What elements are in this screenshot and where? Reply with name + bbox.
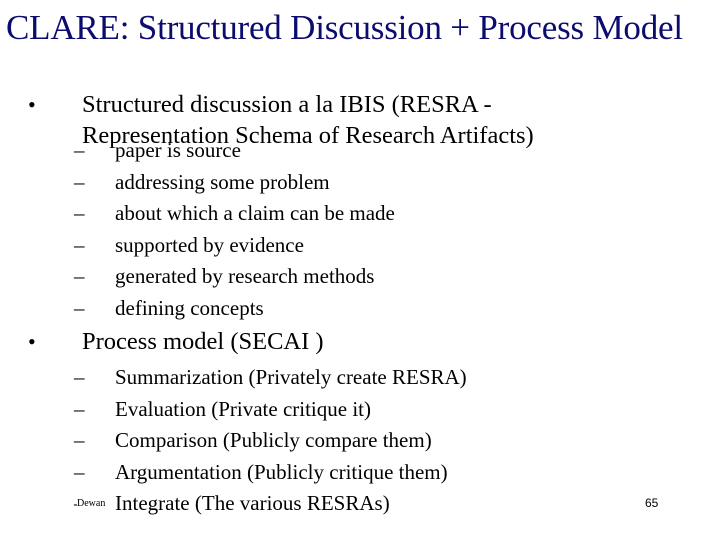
sub-item-text: about which a claim can be made: [115, 201, 395, 225]
sub-item-text: defining concepts: [115, 295, 264, 320]
dash-icon: –: [74, 295, 85, 320]
bullet-text-line: Structured discussion a la IBIS (RESRA -: [82, 91, 492, 118]
sub-item-text: addressing some problem: [115, 169, 330, 194]
dash-icon: –: [74, 428, 85, 452]
bullet-icon: •: [28, 92, 36, 117]
dash-icon: –: [74, 138, 85, 162]
sub-item-text: Integrate (The various RESRAs): [115, 491, 390, 515]
sub-item-text: paper is source: [115, 138, 241, 162]
dash-icon: –: [74, 396, 85, 421]
sub-item-text: Argumentation (Publicly critique them): [115, 459, 448, 484]
bullet-text-line: Process model (SECAI ): [82, 328, 324, 355]
bullet-icon: •: [28, 329, 36, 354]
dash-icon: –: [74, 232, 85, 257]
dash-icon: –: [74, 264, 85, 288]
sub-item-text: Evaluation (Private critique it): [115, 396, 371, 421]
slide-title: CLARE: Structured Discussion + Process M…: [6, 8, 683, 47]
page-number: 65: [645, 496, 659, 510]
dash-icon: –: [74, 365, 85, 389]
sub-item-text: supported by evidence: [115, 232, 304, 257]
dash-icon: –: [74, 201, 85, 225]
dash-icon: –: [74, 459, 85, 484]
footer-author: Dewan: [77, 498, 108, 509]
sub-item-text: generated by research methods: [115, 264, 375, 288]
sub-item-text: Summarization (Privately create RESRA): [115, 365, 467, 389]
dash-icon: –: [74, 169, 85, 194]
sub-item-text: Comparison (Publicly compare them): [115, 428, 432, 452]
